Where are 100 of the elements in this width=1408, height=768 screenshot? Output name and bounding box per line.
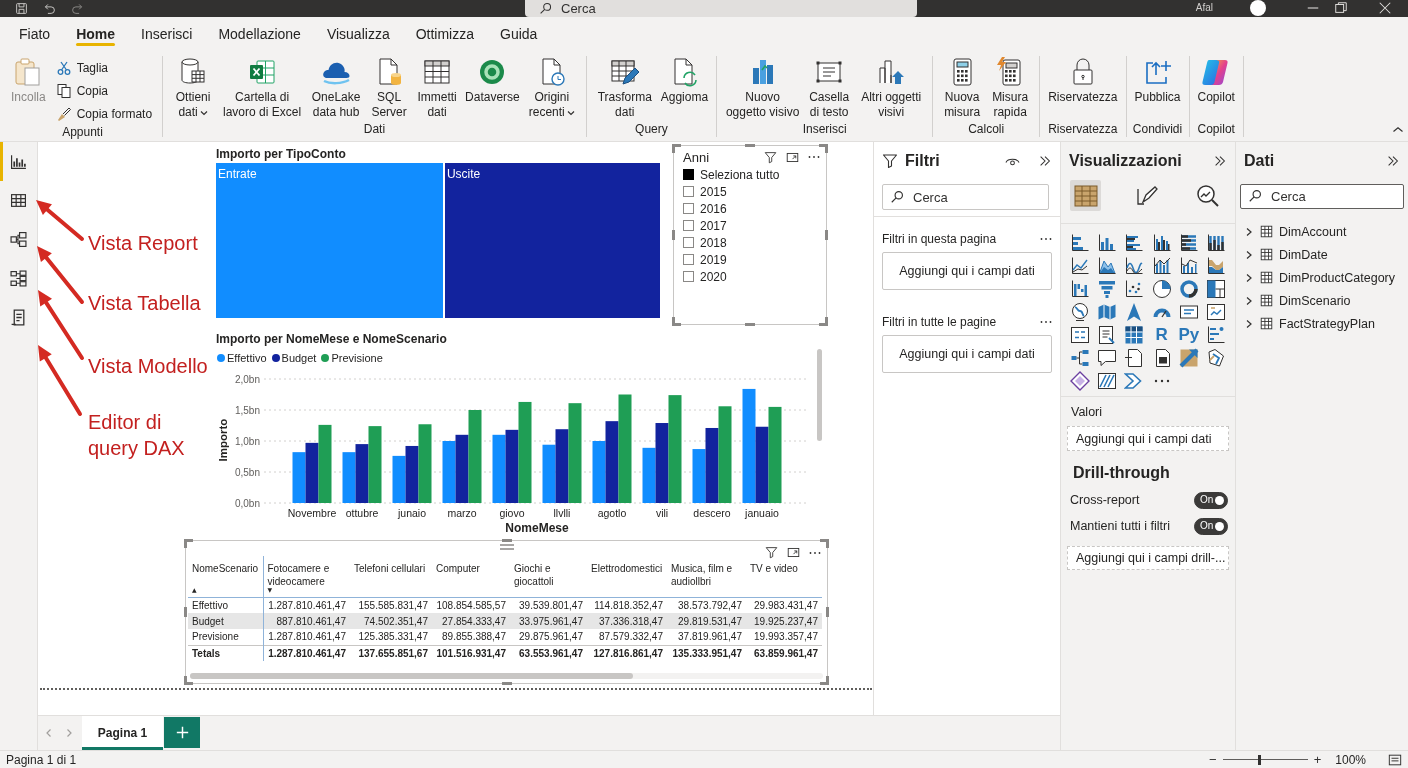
menu-tab[interactable]: Fiato — [6, 17, 64, 50]
page-tab[interactable]: Pagina 1 — [82, 716, 163, 750]
resize-handle[interactable] — [184, 676, 193, 685]
menu-tab[interactable]: Inserisci — [128, 17, 206, 50]
zoom-out-button[interactable]: − — [1209, 752, 1217, 767]
ribbon-button[interactable]: Nuovo oggetto visivo — [722, 56, 804, 120]
scroll-bar[interactable] — [817, 349, 822, 441]
card-icon[interactable] — [1069, 324, 1090, 345]
ribbon-button[interactable]: Dataverse — [462, 56, 523, 105]
ribbon-button[interactable]: OneLake data hub — [306, 56, 367, 120]
restore-icon[interactable] — [1334, 0, 1348, 15]
combo-chart-icon[interactable] — [1178, 255, 1199, 276]
resize-handle[interactable] — [825, 230, 828, 240]
line-chart-icon[interactable] — [1124, 255, 1145, 276]
script-visual-button[interactable]: R — [1155, 324, 1168, 345]
double-chevron-icon[interactable] — [1213, 154, 1227, 168]
slicer-item-label[interactable]: 2018 — [700, 235, 727, 250]
scatter-chart-icon[interactable] — [1124, 278, 1145, 299]
floppy-disk-icon[interactable] — [15, 2, 28, 15]
ribbon-button[interactable]: Taglia — [52, 56, 156, 79]
script-visual-button[interactable]: Py — [1178, 324, 1200, 345]
checkbox[interactable] — [683, 271, 694, 282]
diamond-icon[interactable] — [1069, 370, 1090, 391]
resize-handle[interactable] — [826, 607, 829, 617]
drop-zone[interactable]: Aggiungi qui i campi dati — [882, 252, 1052, 290]
striped-panel-icon[interactable] — [1096, 370, 1117, 391]
bar-chart-icon[interactable] — [1124, 232, 1145, 253]
bar-chart-icon[interactable] — [1206, 324, 1227, 345]
double-chevron-icon[interactable] — [1038, 154, 1052, 168]
curved-arrow-left-icon[interactable] — [43, 2, 56, 15]
toggle-switch[interactable]: On — [1194, 491, 1228, 509]
ribbon-button[interactable]: Ottieni dati — [168, 56, 219, 120]
treemap-icon[interactable] — [1206, 278, 1227, 299]
slicer-item-label[interactable]: 2015 — [700, 184, 727, 199]
column-header[interactable]: Fotocamere e videocamere — [267, 562, 347, 588]
globe-icon[interactable] — [1069, 301, 1090, 322]
ribbon-button[interactable]: Trasforma dati — [591, 56, 658, 120]
menu-tab[interactable]: Guida — [487, 17, 551, 50]
pie-chart-icon[interactable] — [1151, 278, 1172, 299]
slicer-item-label[interactable]: 2016 — [700, 201, 727, 216]
ribbon-button[interactable]: Pubblica — [1131, 56, 1184, 105]
ribbon-button[interactable]: Riservatezza — [1045, 56, 1121, 105]
menu-tab[interactable]: Visualizza — [313, 17, 403, 50]
column-header[interactable]: Giochi e giocattoli — [514, 562, 584, 588]
slicer-item-label[interactable]: 2020 — [700, 269, 727, 284]
waterfall-chart-icon[interactable] — [1069, 278, 1090, 299]
resize-handle[interactable] — [820, 539, 829, 548]
resize-handle[interactable] — [672, 144, 681, 153]
column-header[interactable]: NomeScenario — [192, 562, 260, 575]
card-chart-icon[interactable] — [1206, 301, 1227, 322]
folded-shape-icon[interactable] — [1206, 347, 1227, 368]
ribbon-button[interactable]: Copia formato — [52, 102, 156, 125]
donut-chart-icon[interactable] — [1178, 278, 1199, 299]
ribbon-button[interactable]: Origini recenti — [522, 56, 581, 120]
table-icon[interactable] — [1124, 324, 1145, 345]
funnel-icon[interactable] — [765, 546, 778, 559]
resize-handle[interactable] — [819, 144, 828, 153]
resize-handle[interactable] — [184, 539, 193, 548]
tree-item[interactable]: DimAccount — [1236, 220, 1408, 243]
ribbon-button[interactable]: Misura rapida — [986, 56, 1035, 120]
ribbon-chart-icon[interactable] — [1206, 255, 1227, 276]
ribbon-button[interactable]: Immetti dati — [412, 56, 463, 120]
column-chart-icon[interactable] — [1206, 232, 1227, 253]
checkbox[interactable] — [683, 169, 694, 180]
resize-handle[interactable] — [745, 323, 755, 326]
search-field[interactable]: Cerca — [882, 184, 1049, 210]
area-chart-icon[interactable] — [1096, 255, 1117, 276]
menu-tab[interactable]: Modellazione — [205, 17, 314, 50]
column-header[interactable]: Elettrodomestici — [591, 562, 664, 575]
tile-icon[interactable] — [1178, 347, 1199, 368]
menu-tab[interactable]: Ottimizza — [402, 17, 487, 50]
ribbon-button[interactable]: Copilot — [1194, 56, 1238, 105]
slicer-item-label[interactable]: 2017 — [700, 218, 727, 233]
zoom-in-button[interactable]: + — [1313, 752, 1322, 767]
funnel-icon[interactable] — [764, 150, 777, 164]
grip-lines-icon[interactable] — [498, 543, 515, 551]
checkbox[interactable] — [683, 186, 694, 197]
menu-tab[interactable]: Home — [63, 17, 129, 50]
slicer-item-label[interactable]: 2019 — [700, 252, 727, 267]
column-header[interactable]: Computer — [436, 562, 507, 575]
drop-zone[interactable]: Aggiungi qui i campi dati — [882, 335, 1052, 373]
column-chart-icon[interactable] — [1151, 232, 1172, 253]
ribbon-button[interactable]: Nuova misura — [938, 56, 987, 120]
treemap-tile[interactable]: Uscite — [444, 163, 660, 318]
matrix-card[interactable] — [185, 540, 828, 684]
slicer-item-label[interactable]: Seleziona tutto — [700, 167, 780, 182]
drop-zone[interactable]: Aggiungi qui i campi dati — [1067, 426, 1229, 451]
scroll-thumb[interactable] — [190, 673, 634, 679]
combo-chart-icon[interactable] — [1151, 255, 1172, 276]
ribbon-button[interactable]: Copia — [52, 79, 156, 102]
ribbon-button[interactable]: Casella di testo — [803, 56, 856, 120]
tree-item[interactable]: DimScenario — [1236, 289, 1408, 312]
scroll-track[interactable] — [190, 673, 823, 679]
column-header[interactable]: Musica, film e audiollbri — [671, 562, 743, 588]
resize-handle[interactable] — [745, 144, 755, 147]
column-chart-icon[interactable] — [1096, 232, 1117, 253]
resize-handle[interactable] — [184, 607, 187, 617]
resize-handle[interactable] — [501, 682, 512, 685]
resize-handle[interactable] — [672, 230, 675, 240]
tree-item[interactable]: DimDate — [1236, 243, 1408, 266]
